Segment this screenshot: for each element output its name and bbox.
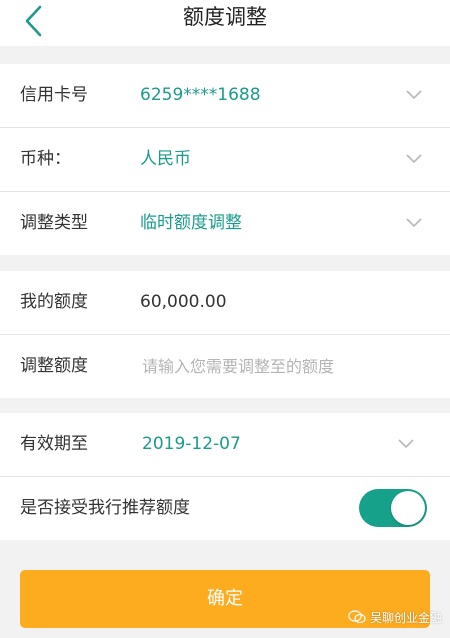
valid-until-value: 2019-12-07 — [142, 434, 241, 454]
chevron-down-icon — [406, 154, 422, 164]
adjust-amount-label: 调整额度 — [20, 356, 88, 376]
toggle-knob — [391, 491, 425, 525]
card-number-row[interactable]: 信用卡号 6259****1688 — [0, 64, 450, 128]
valid-until-label: 有效期至 — [20, 434, 88, 454]
header-bar: 额度调整 — [0, 0, 450, 46]
my-limit-label: 我的额度 — [20, 292, 88, 312]
currency-label: 币种： — [20, 149, 71, 169]
accept-recommend-label: 是否接受我行推荐额度 — [20, 498, 190, 518]
currency-row[interactable]: 币种： 人民币 — [0, 128, 450, 192]
chevron-down-icon — [406, 90, 422, 100]
valid-until-row[interactable]: 有效期至 2019-12-07 — [0, 413, 450, 477]
currency-value: 人民币 — [140, 149, 191, 169]
my-limit-value: 60,000.00 — [140, 292, 227, 312]
card-number-value: 6259****1688 — [140, 85, 261, 105]
accept-recommend-row: 是否接受我行推荐额度 — [0, 477, 450, 540]
adjust-type-value: 临时额度调整 — [140, 213, 242, 233]
adjust-type-label: 调整类型 — [20, 213, 88, 233]
adjust-amount-input[interactable]: 请输入您需要调整至的额度 — [142, 335, 334, 398]
wechat-icon — [348, 610, 366, 624]
page-title: 额度调整 — [183, 5, 267, 29]
adjust-type-row[interactable]: 调整类型 临时额度调整 — [0, 192, 450, 255]
accept-recommend-toggle[interactable] — [359, 489, 427, 527]
adjust-amount-row[interactable]: 调整额度 请输入您需要调整至的额度 — [0, 335, 450, 398]
validity-group: 有效期至 2019-12-07 是否接受我行推荐额度 — [0, 413, 450, 540]
chevron-down-icon — [406, 218, 422, 228]
card-info-group: 信用卡号 6259****1688 币种： 人民币 调整类型 临时额度调整 — [0, 64, 450, 255]
card-number-label: 信用卡号 — [20, 85, 88, 105]
chevron-down-icon — [398, 439, 414, 449]
watermark: 吴聊创业金融 — [348, 607, 442, 627]
limit-group: 我的额度 60,000.00 调整额度 请输入您需要调整至的额度 — [0, 271, 450, 398]
watermark-text: 吴聊创业金融 — [370, 610, 443, 625]
my-limit-row: 我的额度 60,000.00 — [0, 271, 450, 335]
